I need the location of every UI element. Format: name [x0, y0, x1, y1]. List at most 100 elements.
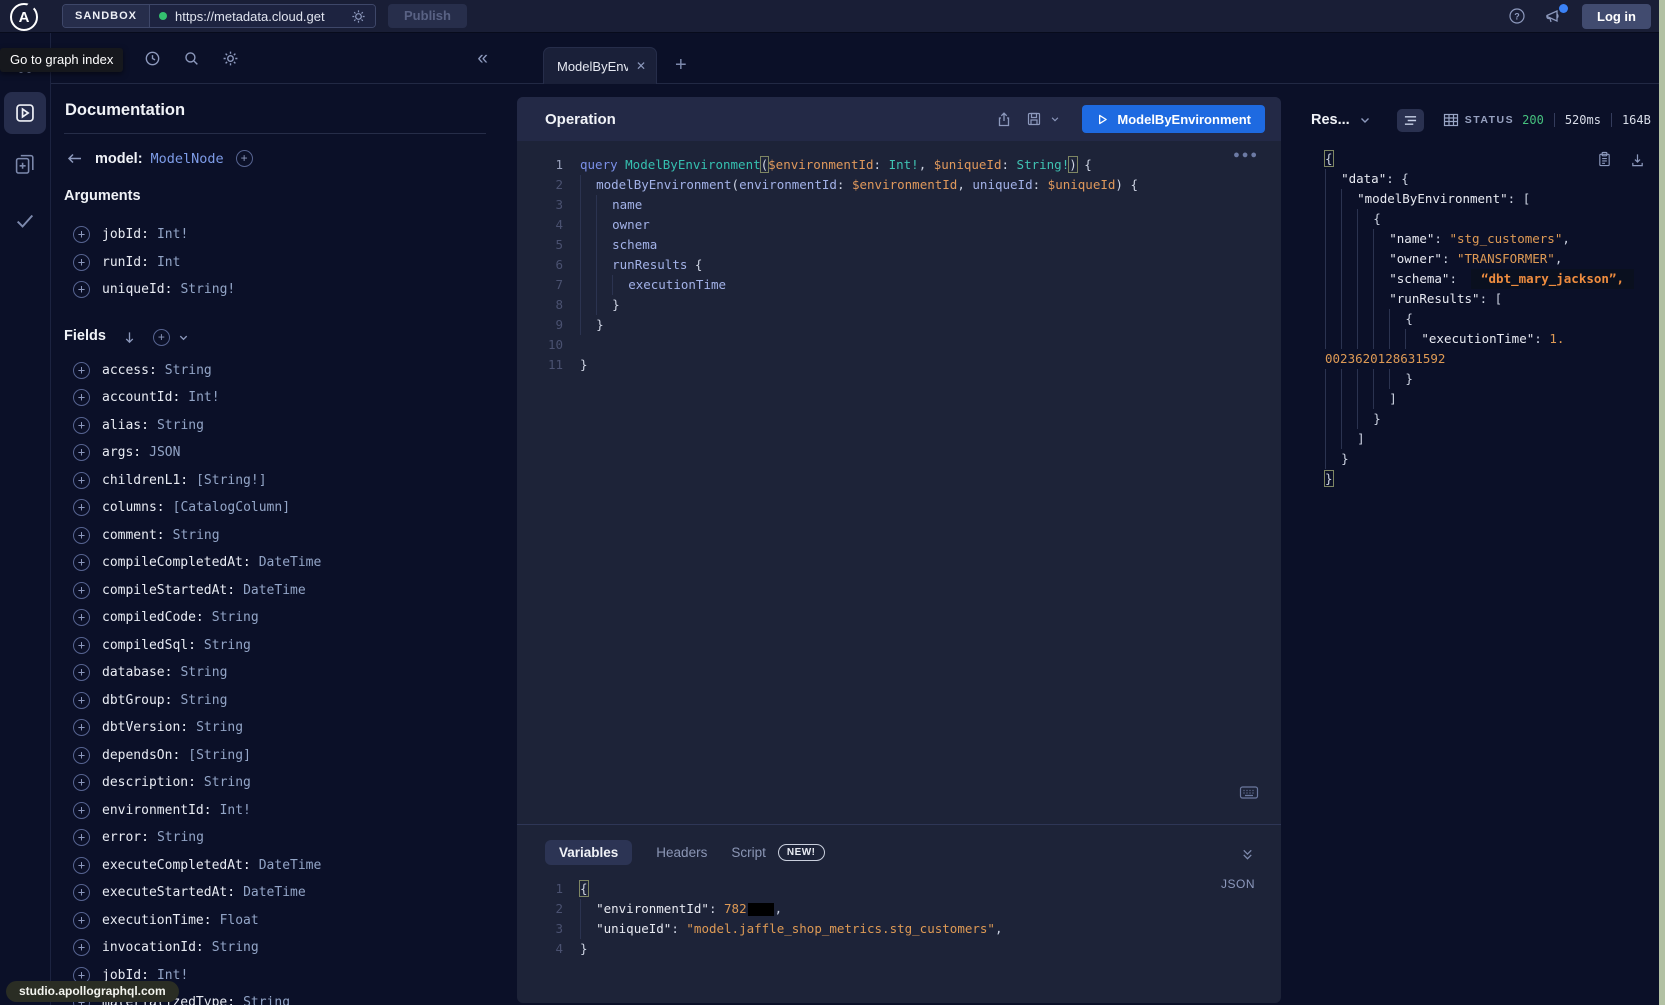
field-type[interactable]: DateTime: [259, 555, 322, 570]
doc-field-row[interactable]: +compileStartedAt:DateTime: [64, 577, 486, 605]
doc-field-row[interactable]: +dependsOn:[String]: [64, 742, 486, 770]
explorer-nav-icon[interactable]: [4, 92, 46, 134]
collapse-variables-icon[interactable]: [1240, 847, 1255, 862]
field-type[interactable]: String: [196, 720, 243, 735]
save-icon[interactable]: [1026, 111, 1042, 127]
argument-row[interactable]: +uniqueId:String!: [64, 276, 486, 304]
doc-field-row[interactable]: +comment:String: [64, 522, 486, 550]
history-icon[interactable]: [144, 50, 161, 67]
add-field-icon[interactable]: +: [73, 499, 90, 516]
add-field-icon[interactable]: +: [73, 254, 90, 271]
run-operation-button[interactable]: ModelByEnvironment: [1082, 105, 1265, 133]
variables-editor[interactable]: JSON 1{2 "environmentId": 782,3 "uniqueI…: [517, 879, 1281, 959]
sandbox-badge[interactable]: SANDBOX: [63, 5, 150, 27]
doc-field-row[interactable]: +database:String: [64, 659, 486, 687]
login-button[interactable]: Log in: [1582, 4, 1651, 29]
argument-row[interactable]: +runId:Int: [64, 249, 486, 277]
keyboard-shortcuts-icon[interactable]: [1239, 785, 1259, 800]
chevron-down-icon[interactable]: [178, 332, 189, 343]
checks-icon[interactable]: [14, 210, 36, 232]
endpoint-settings-gear-icon[interactable]: [351, 9, 366, 24]
add-field-icon[interactable]: +: [73, 362, 90, 379]
doc-field-row[interactable]: +environmentId:Int!: [64, 797, 486, 825]
new-tab-icon[interactable]: +: [675, 55, 687, 75]
field-type[interactable]: String: [173, 528, 220, 543]
add-field-icon[interactable]: +: [73, 802, 90, 819]
doc-field-row[interactable]: +accountId:Int!: [64, 384, 486, 412]
collapse-panel-icon[interactable]: «: [477, 49, 488, 68]
field-type[interactable]: String: [157, 830, 204, 845]
doc-field-row[interactable]: +childrenL1:[String!]: [64, 467, 486, 495]
field-type[interactable]: String: [243, 995, 290, 1005]
add-field-icon[interactable]: +: [73, 389, 90, 406]
table-view-icon[interactable]: [1438, 109, 1465, 132]
doc-field-row[interactable]: +dbtVersion:String: [64, 714, 486, 742]
field-type[interactable]: String: [204, 638, 251, 653]
add-field-icon[interactable]: +: [73, 637, 90, 654]
doc-field-row[interactable]: +error:String: [64, 824, 486, 852]
field-type[interactable]: DateTime: [243, 583, 306, 598]
add-field-icon[interactable]: +: [73, 774, 90, 791]
field-type[interactable]: String: [204, 775, 251, 790]
operation-editor[interactable]: ●●● 1query ModelByEnvironment($environme…: [517, 141, 1281, 824]
editor-options-icon[interactable]: ●●●: [1233, 149, 1259, 161]
add-field-icon[interactable]: +: [73, 472, 90, 489]
add-field-icon[interactable]: +: [73, 884, 90, 901]
doc-field-row[interactable]: +description:String: [64, 769, 486, 797]
doc-field-row[interactable]: +executionTime:Float: [64, 907, 486, 935]
add-field-icon[interactable]: +: [73, 281, 90, 298]
field-type[interactable]: String: [212, 610, 259, 625]
tab-variables[interactable]: Variables: [545, 840, 632, 865]
add-field-icon[interactable]: +: [73, 226, 90, 243]
save-options-chevron-icon[interactable]: [1050, 114, 1060, 124]
settings-gear-icon[interactable]: [222, 50, 239, 67]
doc-field-row[interactable]: +access:String: [64, 357, 486, 385]
add-field-icon[interactable]: +: [73, 417, 90, 434]
endpoint-url-input[interactable]: https://metadata.cloud.get: [175, 9, 343, 24]
add-all-fields-icon[interactable]: +: [153, 329, 170, 346]
doc-type-link[interactable]: ModelNode: [151, 151, 224, 167]
share-icon[interactable]: [996, 111, 1012, 128]
add-field-icon[interactable]: +: [73, 747, 90, 764]
add-field-icon[interactable]: +: [73, 527, 90, 544]
add-field-icon[interactable]: +: [73, 444, 90, 461]
doc-field-row[interactable]: +compileCompletedAt:DateTime: [64, 549, 486, 577]
add-field-icon[interactable]: +: [73, 609, 90, 626]
field-type[interactable]: String: [165, 363, 212, 378]
close-tab-icon[interactable]: ✕: [636, 59, 646, 73]
copy-response-icon[interactable]: [1597, 151, 1612, 168]
announcements-megaphone-icon[interactable]: [1544, 7, 1564, 25]
doc-field-row[interactable]: +executeStartedAt:DateTime: [64, 879, 486, 907]
download-response-icon[interactable]: [1630, 151, 1645, 168]
field-type[interactable]: [String]: [188, 748, 251, 763]
field-type[interactable]: String!: [180, 282, 235, 297]
field-type[interactable]: DateTime: [259, 858, 322, 873]
field-type[interactable]: [CatalogColumn]: [173, 500, 290, 515]
doc-field-row[interactable]: +invocationId:String: [64, 934, 486, 962]
add-field-icon[interactable]: +: [73, 664, 90, 681]
add-field-icon[interactable]: +: [73, 554, 90, 571]
add-field-icon[interactable]: +: [73, 582, 90, 599]
doc-field-row[interactable]: +alias:String: [64, 412, 486, 440]
search-icon[interactable]: [183, 50, 200, 67]
doc-field-row[interactable]: +dbtGroup:String: [64, 687, 486, 715]
add-field-icon[interactable]: +: [73, 857, 90, 874]
field-type[interactable]: Int!: [220, 803, 251, 818]
operation-collections-icon[interactable]: [13, 152, 37, 176]
add-field-icon[interactable]: +: [73, 912, 90, 929]
doc-field-row[interactable]: +columns:[CatalogColumn]: [64, 494, 486, 522]
field-type[interactable]: JSON: [149, 445, 180, 460]
add-field-icon[interactable]: +: [73, 829, 90, 846]
doc-field-row[interactable]: +executeCompletedAt:DateTime: [64, 852, 486, 880]
doc-field-row[interactable]: +args:JSON: [64, 439, 486, 467]
add-field-icon[interactable]: +: [73, 719, 90, 736]
field-type[interactable]: Int!: [157, 227, 188, 242]
response-dropdown-chevron-icon[interactable]: [1359, 114, 1371, 126]
add-field-icon[interactable]: +: [73, 692, 90, 709]
field-type[interactable]: String: [180, 693, 227, 708]
tree-view-icon[interactable]: [1397, 109, 1424, 132]
back-arrow-icon[interactable]: [66, 151, 83, 166]
field-type[interactable]: String: [180, 665, 227, 680]
field-type[interactable]: Float: [220, 913, 259, 928]
field-type[interactable]: Int!: [188, 390, 219, 405]
